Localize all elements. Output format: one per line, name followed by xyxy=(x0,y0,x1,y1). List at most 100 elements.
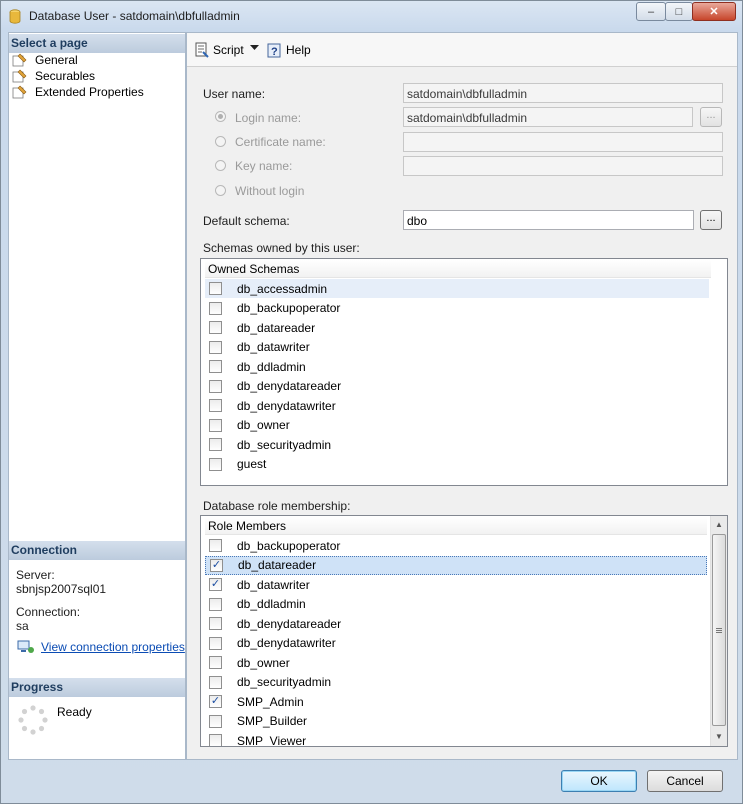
page-item-general[interactable]: General xyxy=(12,52,78,68)
checkbox[interactable]: ✓ xyxy=(209,695,222,708)
close-button[interactable]: ✕ xyxy=(692,2,736,21)
list-item[interactable]: db_denydatawriter xyxy=(205,634,707,653)
checkbox[interactable]: ✓ xyxy=(210,558,223,572)
certificate-name-label: Certificate name: xyxy=(235,135,326,149)
owned-schemas-column-header[interactable]: Owned Schemas xyxy=(205,260,711,278)
list-item-label: db_datawriter xyxy=(237,577,310,592)
checkbox[interactable] xyxy=(209,656,222,669)
view-connection-properties-link[interactable]: View connection properties xyxy=(17,640,185,654)
login-name-radio[interactable] xyxy=(215,111,226,122)
script-dropdown-arrow[interactable] xyxy=(250,45,262,51)
checkbox[interactable] xyxy=(209,418,222,432)
list-item[interactable]: db_datawriter xyxy=(205,338,709,357)
list-item[interactable]: db_securityadmin xyxy=(205,435,709,454)
list-item-label: db_ddladmin xyxy=(237,597,306,611)
checkbox[interactable] xyxy=(209,282,222,295)
maximize-button[interactable]: □ xyxy=(665,2,693,21)
help-button[interactable]: ? Help xyxy=(267,42,311,58)
page-item-extended-properties[interactable]: Extended Properties xyxy=(12,84,144,100)
dialog-window: Database User - satdomain\dbfulladmin – … xyxy=(0,0,743,804)
user-name-field[interactable]: satdomain\dbfulladmin xyxy=(403,83,723,103)
list-item[interactable]: guest xyxy=(205,455,709,474)
ok-button[interactable]: OK xyxy=(561,770,637,792)
list-item-label: db_securityadmin xyxy=(237,437,332,452)
scroll-up-icon[interactable]: ▲ xyxy=(713,518,725,532)
without-login-radio[interactable] xyxy=(215,185,226,196)
checkbox[interactable] xyxy=(209,301,222,315)
list-item[interactable]: db_owner xyxy=(205,653,707,672)
login-name-field[interactable]: satdomain\dbfulladmin xyxy=(403,107,693,127)
checkbox[interactable] xyxy=(209,636,222,650)
default-schema-browse-button[interactable]: ... xyxy=(700,210,722,230)
certificate-name-field[interactable] xyxy=(403,132,723,152)
checkbox[interactable] xyxy=(209,340,222,354)
checkbox[interactable] xyxy=(209,617,222,630)
list-item[interactable]: ✓ SMP_Admin xyxy=(205,692,707,711)
page-item-label: Extended Properties xyxy=(35,85,144,99)
list-item-label: db_denydatareader xyxy=(237,616,342,631)
list-item[interactable]: ✓ db_datawriter xyxy=(205,575,707,594)
checkbox[interactable] xyxy=(209,379,222,393)
title-bar[interactable]: Database User - satdomain\dbfulladmin – … xyxy=(1,1,742,31)
minimize-button[interactable]: – xyxy=(636,2,666,21)
certificate-name-radio[interactable] xyxy=(215,136,226,147)
checkbox[interactable] xyxy=(209,714,222,728)
list-item[interactable]: db_datareader xyxy=(205,318,709,337)
checkbox[interactable] xyxy=(209,539,222,552)
view-connection-properties-label: View connection properties xyxy=(41,640,185,654)
default-schema-label: Default schema: xyxy=(203,214,290,228)
checkbox[interactable] xyxy=(209,457,222,471)
window-title: Database User - satdomain\dbfulladmin xyxy=(29,9,240,23)
list-item[interactable]: db_ddladmin xyxy=(205,595,707,614)
script-icon xyxy=(195,42,209,58)
list-item-label: db_accessadmin xyxy=(237,281,328,296)
default-schema-field[interactable]: dbo xyxy=(403,210,694,230)
list-item[interactable]: SMP_Builder xyxy=(205,712,707,731)
cancel-button[interactable]: Cancel xyxy=(647,770,723,792)
list-item-label: db_denydatareader xyxy=(237,379,342,393)
checkbox[interactable] xyxy=(209,438,222,451)
scroll-down-icon[interactable]: ▼ xyxy=(713,730,725,744)
list-item[interactable]: db_denydatareader xyxy=(205,614,707,633)
key-name-field[interactable] xyxy=(403,156,723,176)
help-label: Help xyxy=(286,43,311,57)
role-members-column-header[interactable]: Role Members xyxy=(205,517,707,535)
checkbox[interactable] xyxy=(209,321,222,334)
list-item[interactable]: db_securityadmin xyxy=(205,673,707,692)
list-item[interactable]: db_backupoperator xyxy=(205,299,709,318)
role-members-scrollbar[interactable]: ▲ ▼ xyxy=(710,516,727,746)
list-item[interactable]: db_denydatareader xyxy=(205,377,709,396)
server-value: sbnjsp2007sql01 xyxy=(16,582,107,596)
checkbox[interactable]: ✓ xyxy=(209,578,222,591)
list-item-label: db_backupoperator xyxy=(237,538,341,553)
script-button[interactable]: Script xyxy=(194,42,244,58)
key-name-radio[interactable] xyxy=(215,160,226,171)
list-item[interactable]: db_ddladmin xyxy=(205,357,709,376)
checkbox[interactable] xyxy=(209,360,222,373)
checkbox[interactable] xyxy=(209,597,222,611)
list-item-label: db_datawriter xyxy=(237,340,310,354)
page-item-securables[interactable]: Securables xyxy=(12,68,95,84)
list-item[interactable]: db_owner xyxy=(205,416,709,435)
list-item[interactable]: db_accessadmin xyxy=(205,279,709,298)
page-wrench-icon xyxy=(12,53,27,67)
checkbox[interactable] xyxy=(209,734,222,746)
help-icon: ? xyxy=(267,43,281,58)
scrollbar-thumb[interactable] xyxy=(712,534,726,726)
list-item-label: db_denydatawriter xyxy=(237,636,336,650)
checkbox[interactable] xyxy=(209,399,222,412)
list-item[interactable]: ✓ db_datareader xyxy=(205,555,707,575)
role-membership-label: Database role membership: xyxy=(203,499,351,513)
checkbox[interactable] xyxy=(209,675,222,689)
login-name-browse-button[interactable]: ... xyxy=(700,107,722,127)
login-name-label: Login name: xyxy=(235,111,302,125)
chevron-down-icon xyxy=(250,45,259,50)
list-item-label: SMP_Admin xyxy=(237,694,304,709)
list-item[interactable]: db_backupoperator xyxy=(205,536,707,555)
list-item-label: guest xyxy=(237,457,267,471)
list-item[interactable]: SMP_Viewer xyxy=(205,731,707,746)
server-label: Server: xyxy=(16,568,55,582)
list-item-label: db_owner xyxy=(237,418,290,432)
list-item[interactable]: db_denydatawriter xyxy=(205,396,709,415)
svg-text:?: ? xyxy=(271,46,278,58)
